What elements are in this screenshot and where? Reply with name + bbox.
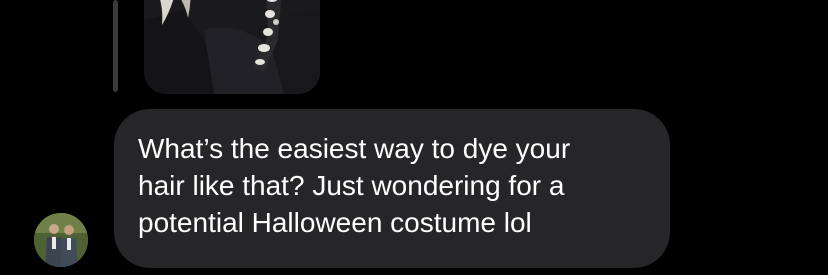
message-bubble[interactable]: What’s the easiest way to dye your hair … [114,109,670,268]
reply-indicator-bar [113,0,118,92]
replied-photo-thumbnail[interactable] [144,0,320,94]
photo-image [144,0,320,94]
profile-photo-icon [34,213,88,267]
sender-avatar[interactable] [34,213,88,267]
message-text: What’s the easiest way to dye your hair … [138,133,571,238]
